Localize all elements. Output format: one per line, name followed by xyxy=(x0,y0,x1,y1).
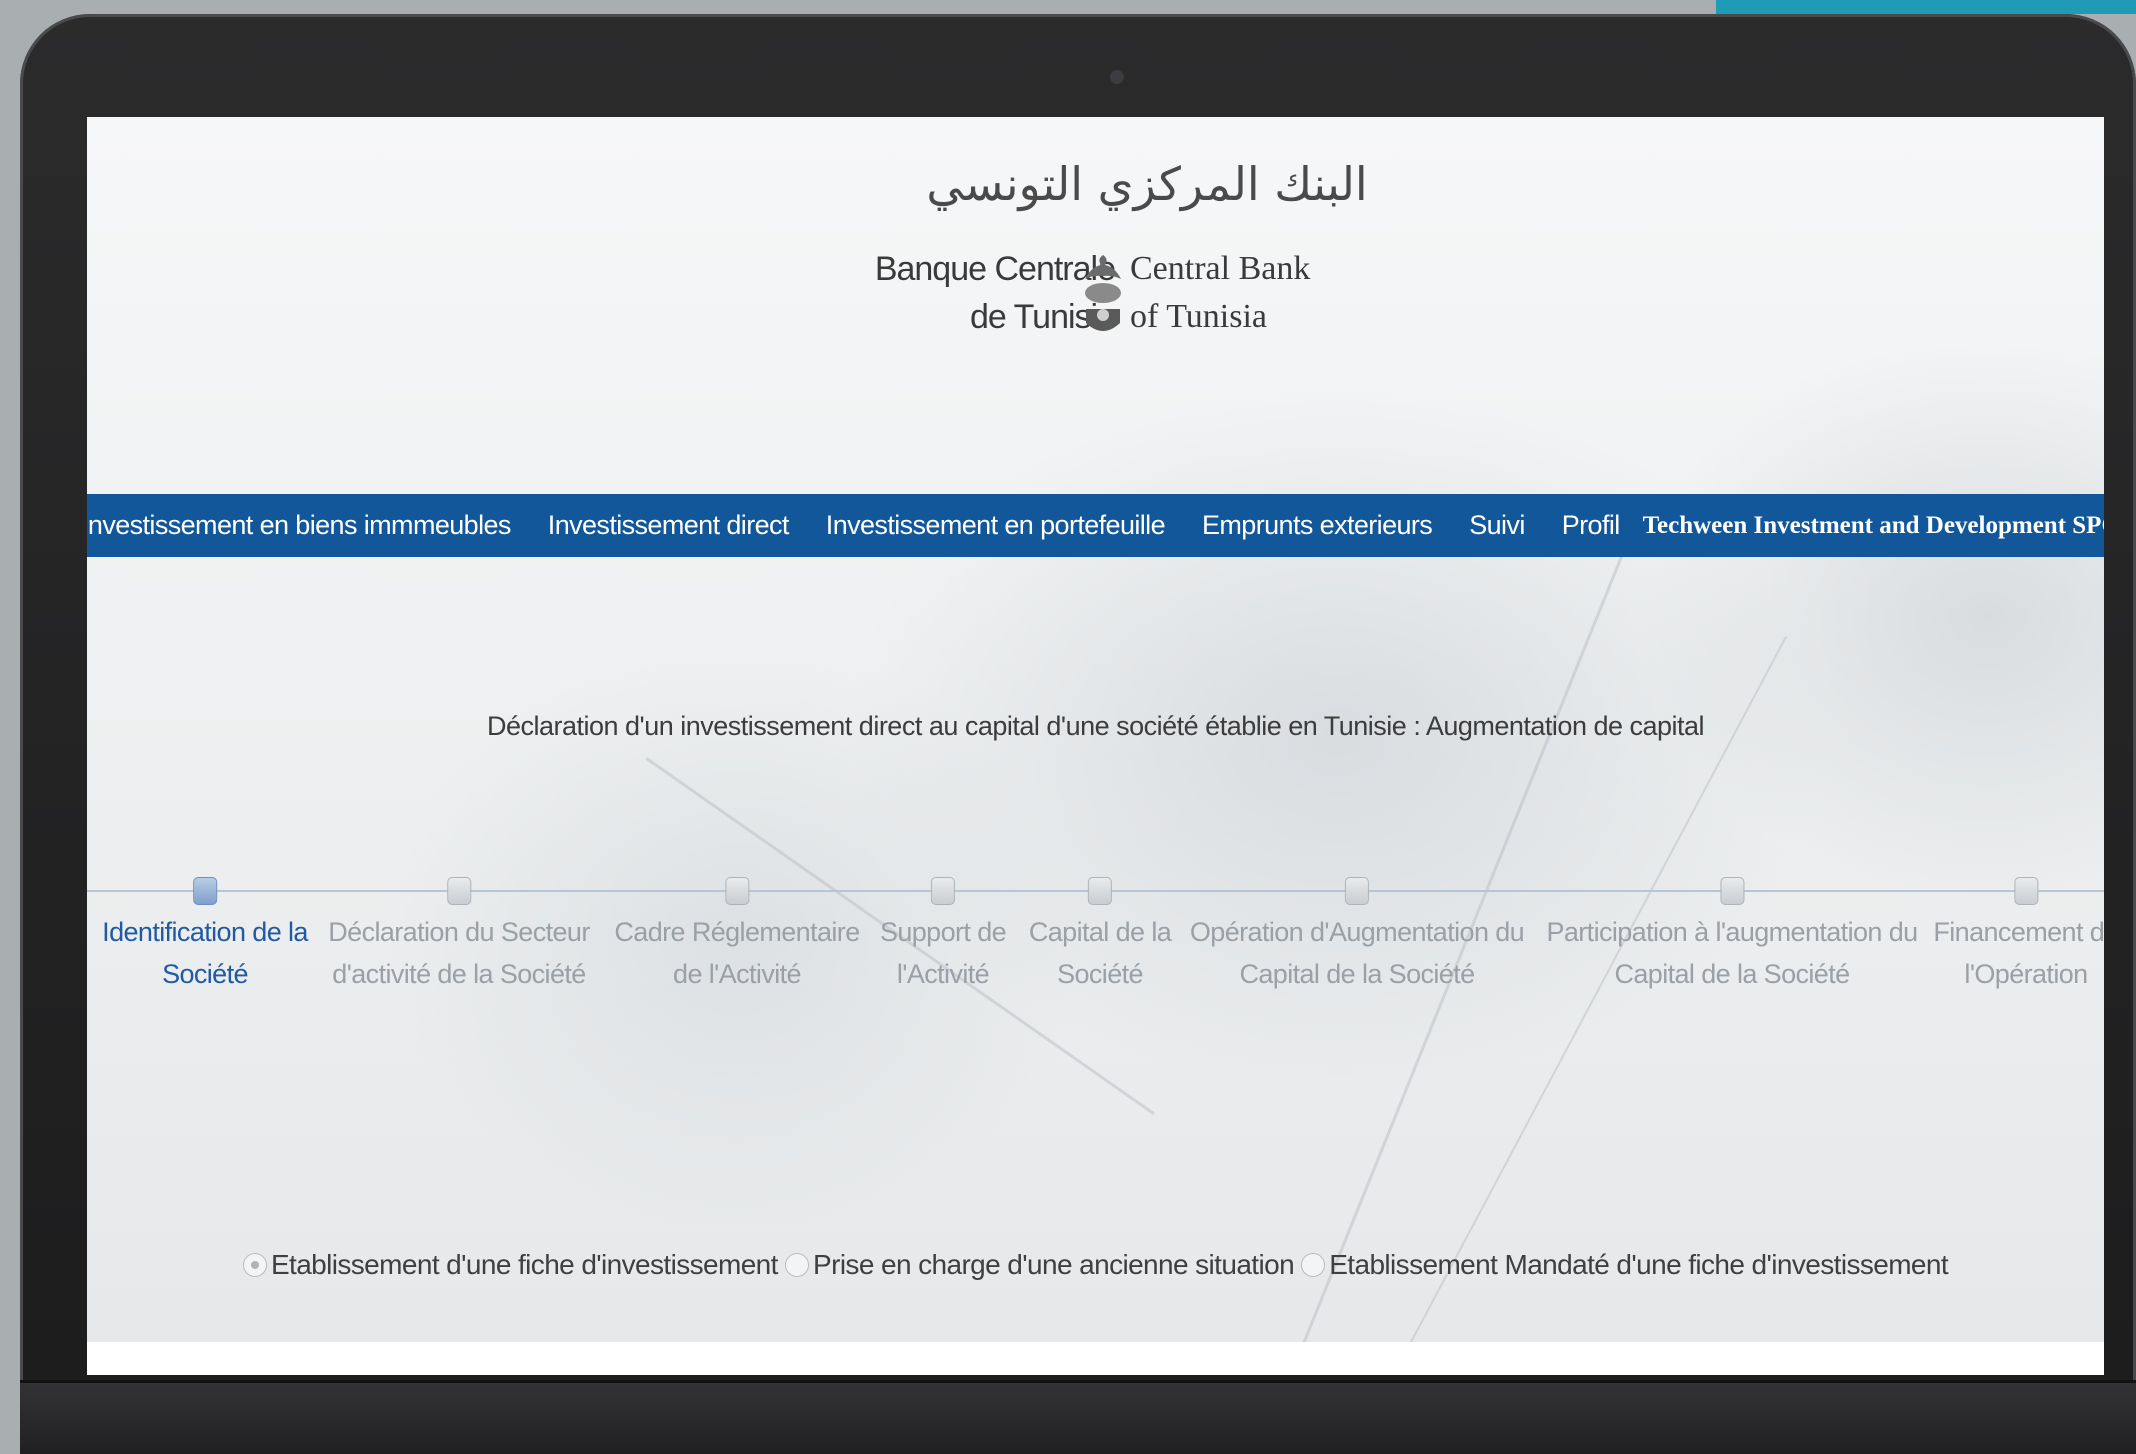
step-dot xyxy=(2014,877,2038,905)
webcam xyxy=(1110,70,1124,84)
step-identification-societe[interactable]: Identification de la Société xyxy=(102,877,308,995)
radio-button[interactable] xyxy=(785,1253,810,1277)
nav-emprunts-exterieurs[interactable]: Emprunts exterieurs xyxy=(1202,510,1433,541)
step-dot xyxy=(193,877,217,905)
step-dot xyxy=(1719,877,1744,905)
laptop-bezel-bottom xyxy=(20,1380,2136,1454)
step-participation-augmentation[interactable]: Participation à l'augmentation du Capita… xyxy=(1546,877,1918,995)
step-financement-operation[interactable]: Financement de l'Opération xyxy=(1933,877,2104,995)
step-dot xyxy=(930,877,955,905)
radio-etablissement-fiche[interactable]: Etablissement d'une fiche d'investisseme… xyxy=(242,1249,778,1281)
nav-investissement-portefeuille[interactable]: Investissement en portefeuille xyxy=(826,510,1166,541)
radio-prise-en-charge[interactable]: Prise en charge d'une ancienne situation xyxy=(785,1249,1295,1281)
step-dot xyxy=(1344,877,1369,905)
step-declaration-secteur[interactable]: Déclaration du Secteur d'activité de la … xyxy=(328,877,590,995)
central-bank-logo: البنك المركزي التونسي Banque Centrale de… xyxy=(797,157,1497,397)
logo-arabic-text: البنك المركزي التونسي xyxy=(926,157,1368,211)
browser-screen: البنك المركزي التونسي Banque Centrale de… xyxy=(87,117,2104,1375)
radio-button[interactable] xyxy=(1301,1253,1326,1277)
nav-investissement-biens-immeubles[interactable]: Investissement en biens immmeubles xyxy=(87,510,511,541)
radio-button-checked[interactable] xyxy=(242,1253,267,1277)
nav-investissement-direct[interactable]: Investissement direct xyxy=(548,510,790,541)
step-operation-augmentation[interactable]: Opération d'Augmentation du Capital de l… xyxy=(1190,877,1525,995)
nav-profil[interactable]: Profil xyxy=(1562,510,1621,541)
page-footer-strip xyxy=(87,1342,2104,1375)
nav-suivi[interactable]: Suivi xyxy=(1469,510,1525,541)
step-dot xyxy=(1087,877,1112,905)
step-dot xyxy=(724,877,749,905)
logo-french-text: Banque Centrale de Tunisie xyxy=(874,250,1116,336)
logo-english-text: Central Bank of Tunisia xyxy=(1130,250,1311,335)
bank-seal-icon xyxy=(1085,255,1121,331)
step-capital-societe[interactable]: Capital de la Société xyxy=(1029,877,1172,995)
step-cadre-reglementaire[interactable]: Cadre Réglementaire de l'Activité xyxy=(614,877,860,995)
page-title: Déclaration d'un investissement direct a… xyxy=(486,711,1705,741)
declaration-type-radio-group: Etablissement d'une fiche d'investisseme… xyxy=(87,1249,2104,1284)
step-support-activite[interactable]: Support de l'Activité xyxy=(880,877,1007,995)
nav-company-name: Techween Investment and Development SPC xyxy=(1642,511,2104,539)
step-dot xyxy=(447,877,471,905)
corner-accent xyxy=(1716,0,2136,14)
radio-etablissement-mandate[interactable]: Etablissement Mandaté d'une fiche d'inve… xyxy=(1301,1249,1949,1281)
main-navbar: Investissement en biens immmeubles Inves… xyxy=(87,494,2104,557)
